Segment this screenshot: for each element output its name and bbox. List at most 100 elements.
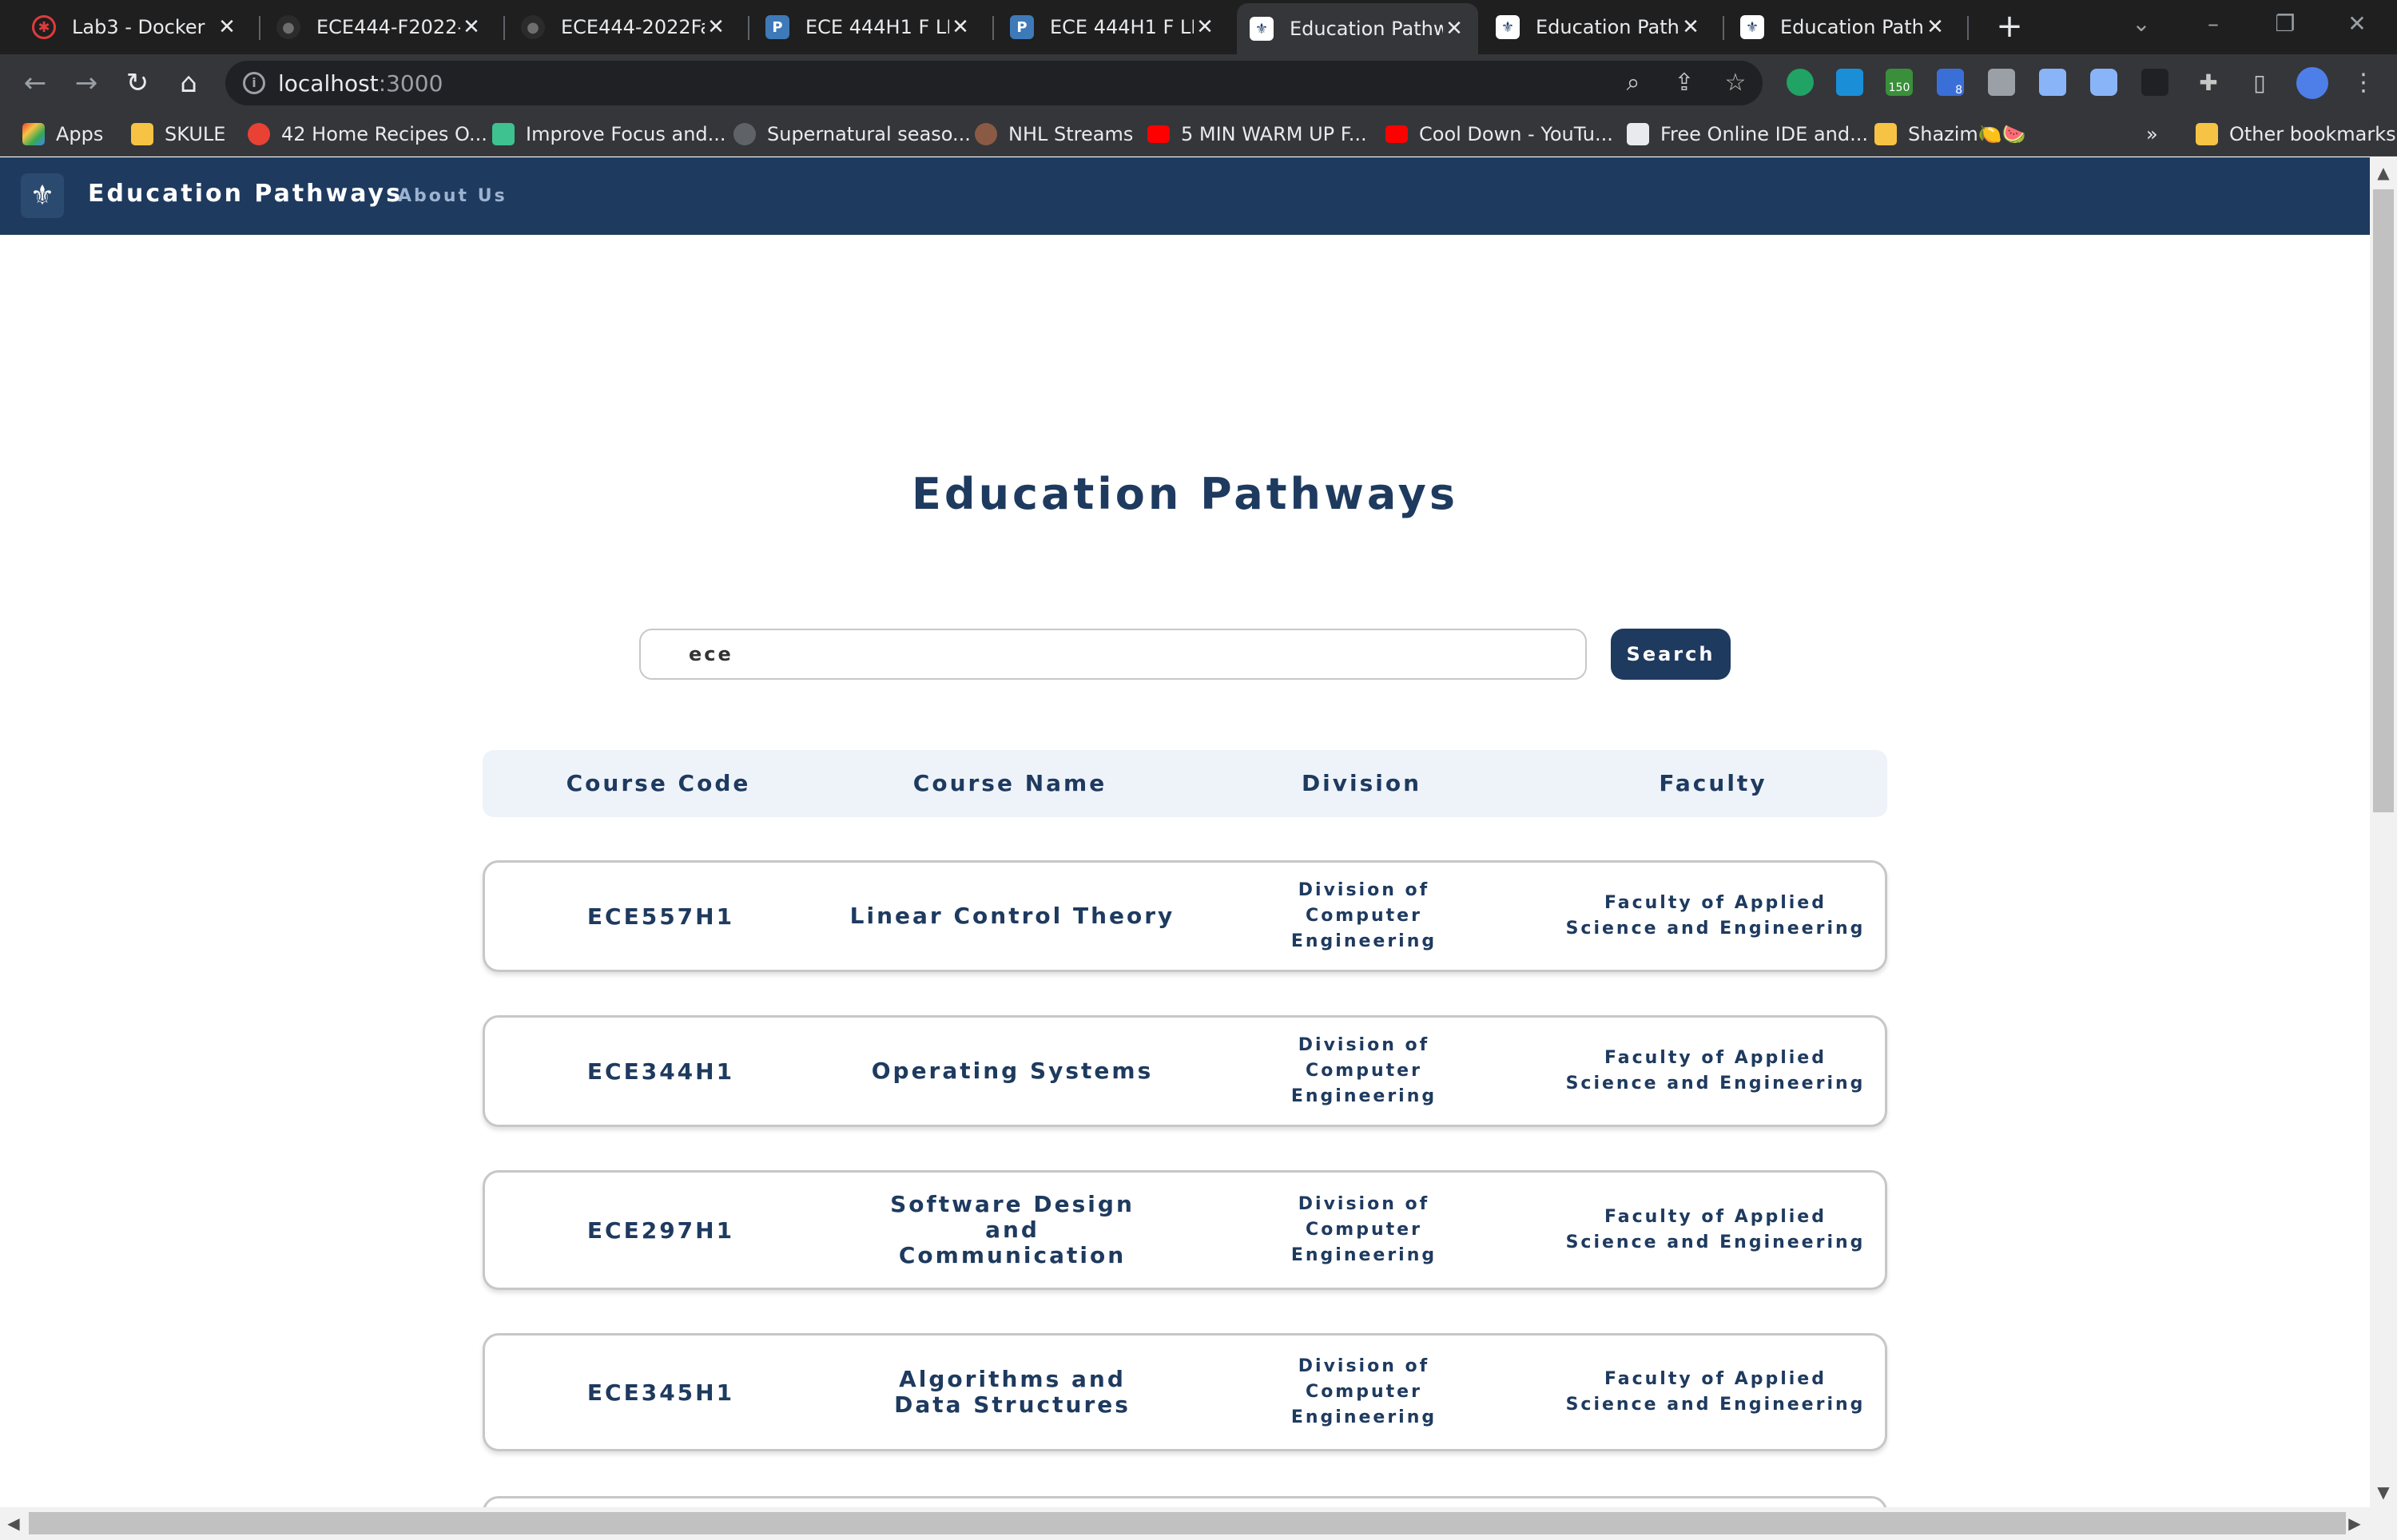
about-us-link[interactable]: About Us (398, 186, 507, 206)
uoft-crest-icon[interactable]: ⚜ (21, 173, 64, 218)
browser-menu-icon[interactable]: ⋮ (2346, 65, 2381, 101)
zoom-icon[interactable]: ⌕ (1619, 69, 1648, 97)
close-tab-icon[interactable]: ✕ (1443, 17, 1465, 41)
back-icon[interactable]: ← (18, 65, 53, 101)
scroll-up-arrow-icon[interactable]: ▲ (2370, 161, 2397, 185)
bookmark-item[interactable]: Shazim🍋🍉 (1874, 121, 2026, 147)
close-tab-icon[interactable]: ✕ (1924, 15, 1946, 39)
course-row-partial[interactable] (483, 1496, 1887, 1507)
extensions-puzzle-icon[interactable]: ✚ (2191, 65, 2226, 101)
extension-screen-icon[interactable] (2090, 69, 2117, 96)
extension-dark-icon[interactable] (2141, 69, 2168, 96)
close-tab-icon[interactable]: ✕ (1194, 15, 1216, 39)
site-info-icon[interactable]: i (243, 72, 265, 94)
side-panel-icon[interactable]: ▯ (2242, 65, 2277, 101)
browser-tab[interactable]: ⚜ Education Pathw ✕ (1483, 6, 1715, 48)
home-icon[interactable]: ⌂ (171, 65, 206, 101)
minimize-icon[interactable]: – (2189, 8, 2237, 40)
results-table-header: Course Code Course Name Division Faculty (483, 750, 1887, 817)
bookmark-item[interactable]: NHL Streams (975, 121, 1133, 147)
course-row[interactable]: ECE345H1 Algorithms and Data Structures … (483, 1333, 1887, 1451)
address-bar[interactable]: i localhost:3000 ⌕ ⇪ ☆ (225, 61, 1763, 105)
search-button[interactable]: Search (1611, 629, 1731, 680)
bookmark-item[interactable]: 5 MIN WARM UP F... (1147, 121, 1367, 147)
uoft-crest-icon: ⚜ (1250, 17, 1274, 41)
restore-icon[interactable]: ❐ (2261, 8, 2309, 40)
bookmark-item[interactable]: 42 Home Recipes O... (248, 121, 487, 147)
course-faculty: Faculty of Applied Science and Engineeri… (1565, 1048, 1866, 1093)
browser-tab[interactable]: ✱ Lab3 - Docker ✕ (19, 6, 251, 48)
tab-search-chevron-icon[interactable]: ⌄ (2117, 8, 2165, 40)
extension-blue-window-icon[interactable] (1836, 69, 1863, 96)
bookmark-item[interactable]: SKULE (131, 121, 225, 147)
close-tab-icon[interactable]: ✕ (1679, 15, 1702, 39)
forward-icon[interactable]: → (69, 65, 104, 101)
extension-green-icon[interactable] (1787, 69, 1814, 96)
extension-gray-icon[interactable] (1988, 69, 2015, 96)
course-code: ECE557H1 (586, 903, 735, 930)
course-search-input[interactable] (639, 629, 1587, 680)
course-name: Software Design and Communication (890, 1191, 1135, 1268)
horizontal-scrollbar[interactable]: ◀ ▶ (0, 1507, 2397, 1540)
youtube-icon (1147, 125, 1170, 143)
course-name: Linear Control Theory (849, 903, 1175, 929)
browser-tab[interactable]: ⚜ Education Pathw ✕ (1727, 6, 1959, 48)
globe-icon (733, 123, 756, 145)
close-tab-icon[interactable]: ✕ (460, 15, 483, 39)
browser-tab[interactable]: ● ECE444-F2022-El ✕ (264, 6, 495, 48)
bookmark-item[interactable]: Cool Down - YouTu... (1385, 121, 1613, 147)
bookmark-item[interactable]: Supernatural seaso... (733, 121, 971, 147)
share-icon[interactable]: ⇪ (1670, 69, 1699, 97)
folder-icon (2196, 123, 2218, 145)
extension-book-icon[interactable] (2039, 69, 2066, 96)
tab-title: ECE444-F2022-El (316, 16, 460, 38)
new-tab-icon[interactable]: + (1990, 6, 2029, 46)
horizontal-scrollbar-thumb[interactable] (29, 1512, 2346, 1534)
course-name: Algorithms and Data Structures (894, 1366, 1131, 1418)
bookmark-item[interactable]: Apps (22, 121, 103, 147)
reload-icon[interactable]: ↻ (120, 65, 155, 101)
tab-separator (1967, 16, 1969, 40)
close-window-icon[interactable]: ✕ (2333, 8, 2381, 40)
course-row[interactable]: ECE344H1 Operating Systems Division of C… (483, 1015, 1887, 1127)
browser-tab[interactable]: ● ECE444-2022Fall ✕ (508, 6, 740, 48)
scroll-down-arrow-icon[interactable]: ▼ (2370, 1480, 2397, 1504)
tab-title: ECE 444H1 F LEC (805, 16, 949, 38)
column-header-faculty: Faculty (1659, 770, 1767, 796)
extension-counter-icon[interactable]: 150 (1886, 69, 1913, 96)
recipe-icon (248, 123, 270, 145)
close-tab-icon[interactable]: ✕ (949, 15, 972, 39)
close-tab-icon[interactable]: ✕ (705, 15, 727, 39)
app-navbar: ⚜ Education Pathways About Us (0, 157, 2370, 235)
column-header-course-code: Course Code (566, 770, 751, 796)
bookmark-star-icon[interactable]: ☆ (1721, 69, 1750, 97)
docker-icon: ✱ (32, 15, 56, 39)
tab-title: Education Pathw (1290, 18, 1443, 40)
scroll-left-arrow-icon[interactable]: ◀ (0, 1507, 27, 1540)
extension-tasks-icon[interactable]: 8 (1937, 69, 1964, 97)
more-bookmarks-chevron[interactable]: » (2146, 121, 2158, 147)
app-brand-link[interactable]: Education Pathways (88, 180, 403, 208)
uoft-crest-icon: ⚜ (1740, 15, 1764, 39)
browser-tab[interactable]: P ECE 444H1 F LEC ✕ (997, 6, 1229, 48)
course-row[interactable]: ECE557H1 Linear Control Theory Division … (483, 860, 1887, 972)
url-text: localhost:3000 (278, 70, 443, 97)
browser-tab[interactable]: P ECE 444H1 F LEC ✕ (753, 6, 984, 48)
ide-icon (1627, 123, 1649, 145)
vertical-scrollbar-thumb[interactable] (2373, 189, 2394, 812)
course-row[interactable]: ECE297H1 Software Design and Communicati… (483, 1170, 1887, 1290)
tab-separator (259, 16, 260, 40)
scroll-right-arrow-icon[interactable]: ▶ (2341, 1507, 2368, 1540)
vertical-scrollbar[interactable]: ▲ ▼ (2370, 157, 2397, 1507)
column-header-course-name: Course Name (912, 770, 1107, 796)
browser-tab-active[interactable]: ⚜ Education Pathw ✕ (1237, 3, 1478, 54)
browser-tab-strip: ✱ Lab3 - Docker ✕ ● ECE444-F2022-El ✕ ● … (0, 0, 2397, 54)
github-icon: ● (521, 15, 545, 39)
bookmark-item[interactable]: Free Online IDE and... (1627, 121, 1868, 147)
bookmark-item[interactable]: Improve Focus and... (492, 121, 726, 147)
other-bookmarks[interactable]: Other bookmarks (2196, 121, 2396, 147)
tab-title: Education Pathw (1536, 16, 1679, 38)
page-title: Education Pathways (912, 469, 1458, 519)
profile-avatar[interactable] (2296, 67, 2328, 99)
close-tab-icon[interactable]: ✕ (216, 15, 238, 39)
